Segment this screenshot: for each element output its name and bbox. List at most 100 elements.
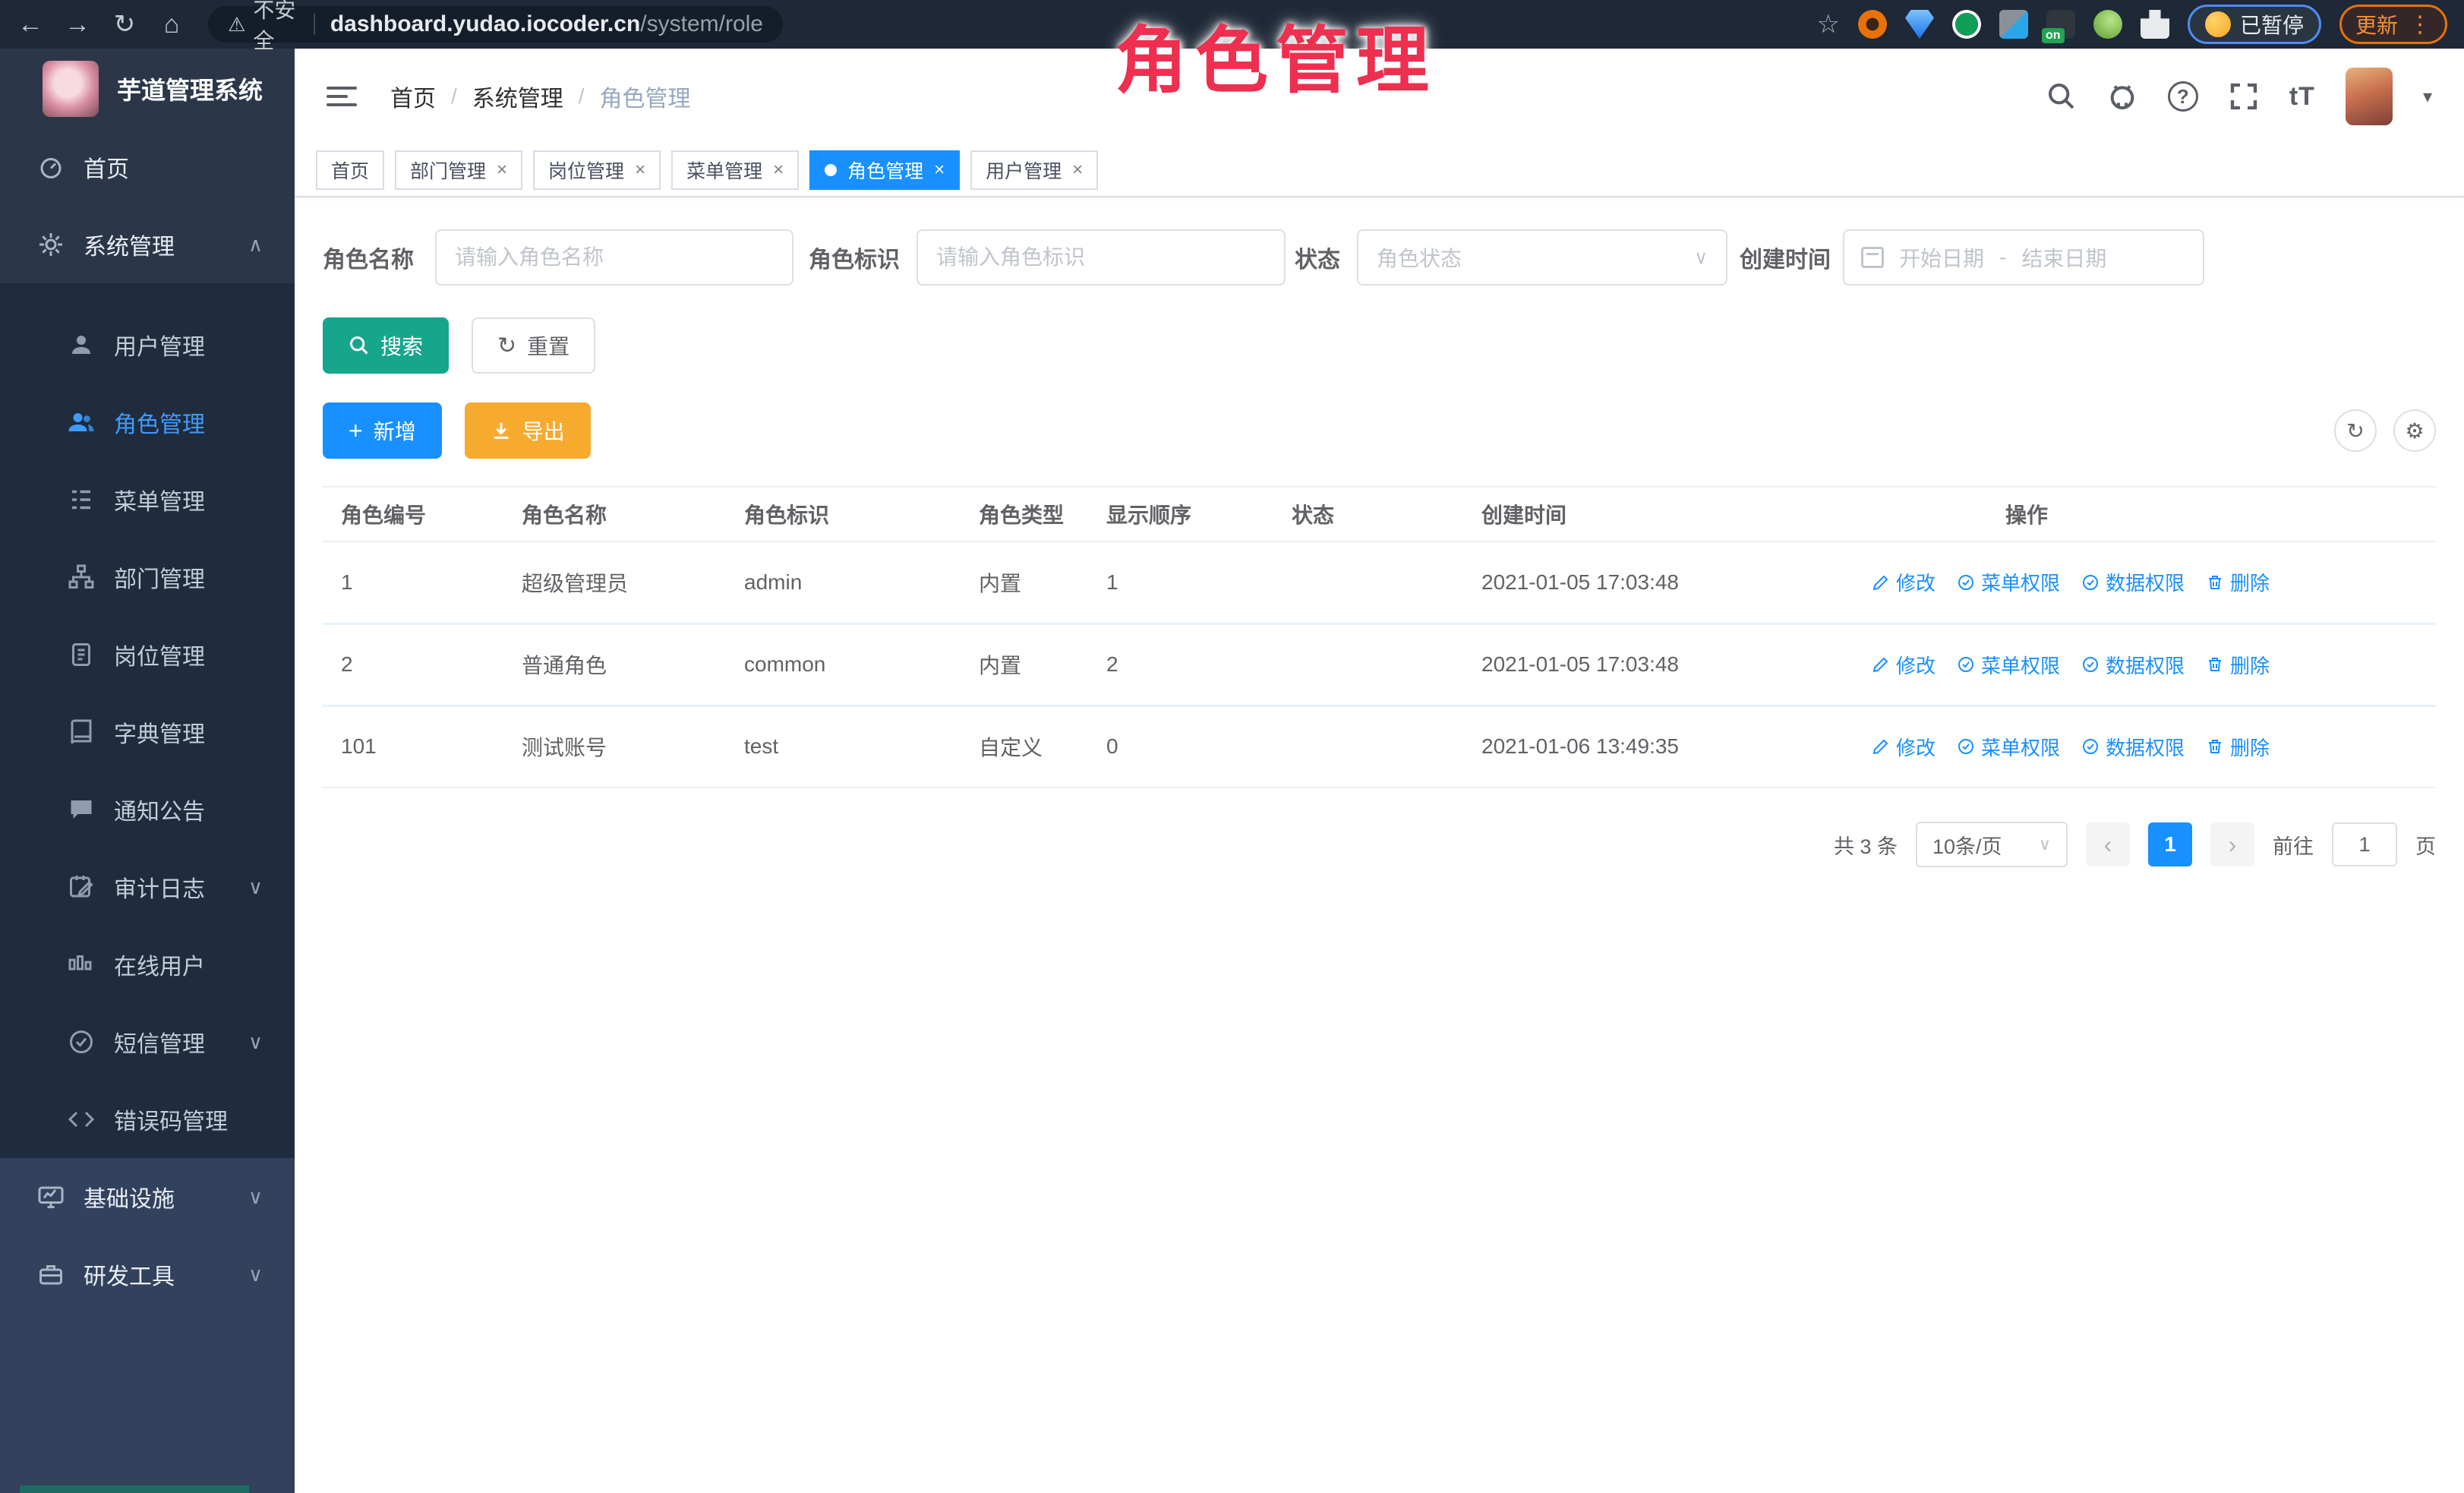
sidebar-item-error-code[interactable]: 错误码管理 bbox=[0, 1081, 295, 1158]
breadcrumb-system[interactable]: 系统管理 bbox=[472, 80, 563, 113]
menu-permission-link[interactable]: 菜单权限 bbox=[1957, 733, 2060, 761]
extension-icon-orange[interactable] bbox=[1858, 10, 1887, 39]
user-avatar[interactable] bbox=[2346, 68, 2393, 125]
current-page-button[interactable]: 1 bbox=[2148, 822, 2192, 866]
status-select[interactable]: 角色状态 ∨ bbox=[1357, 229, 1727, 286]
close-icon[interactable]: × bbox=[934, 159, 945, 181]
sidebar-item-menu-mgmt[interactable]: 菜单管理 bbox=[0, 461, 295, 538]
prev-page-button[interactable]: ‹ bbox=[2086, 822, 2130, 866]
sidebar-item-sms-mgmt[interactable]: 短信管理 ∨ bbox=[0, 1003, 295, 1081]
sidebar-item-post-mgmt[interactable]: 岗位管理 bbox=[0, 616, 295, 693]
sidebar-item-dict-mgmt[interactable]: 字典管理 bbox=[0, 693, 295, 771]
delete-link[interactable]: 删除 bbox=[2206, 651, 2270, 679]
goto-page-input[interactable] bbox=[2332, 822, 2397, 866]
sidebar-item-home[interactable]: 首页 bbox=[0, 128, 295, 206]
tab-home[interactable]: 首页 bbox=[316, 150, 384, 190]
extension-icon-leaf[interactable] bbox=[2093, 10, 2122, 39]
extension-icon-grid[interactable] bbox=[1999, 10, 2028, 39]
edit-link[interactable]: 修改 bbox=[1872, 733, 1936, 761]
sidebar-item-user-mgmt[interactable]: 用户管理 bbox=[0, 306, 295, 384]
add-button[interactable]: + 新增 bbox=[323, 402, 442, 459]
fullscreen-icon[interactable] bbox=[2229, 81, 2259, 112]
sidebar-item-infrastructure[interactable]: 基础设施 ∨ bbox=[0, 1158, 295, 1236]
date-range-picker[interactable]: 开始日期 - 结束日期 bbox=[1843, 229, 2204, 286]
table-refresh-button[interactable]: ↻ bbox=[2334, 409, 2377, 452]
extension-on-badge: on bbox=[2042, 28, 2065, 43]
delete-link[interactable]: 删除 bbox=[2206, 568, 2270, 596]
menu-permission-link[interactable]: 菜单权限 bbox=[1957, 568, 2060, 596]
data-permission-link[interactable]: 数据权限 bbox=[2081, 651, 2185, 679]
chevron-down-icon: ∨ bbox=[248, 1263, 263, 1286]
edit-link[interactable]: 修改 bbox=[1872, 568, 1936, 596]
message-icon bbox=[64, 796, 99, 823]
col-create-time: 创建时间 bbox=[1463, 487, 1854, 541]
chrome-update-button[interactable]: 更新 ⋮ bbox=[2339, 5, 2447, 44]
extension-icon-dark-on[interactable]: on bbox=[2046, 10, 2075, 39]
col-role-code: 角色标识 bbox=[726, 487, 961, 541]
download-icon bbox=[491, 420, 512, 441]
avatar-caret-icon[interactable]: ▾ bbox=[2423, 86, 2432, 108]
sidebar-toggle-icon[interactable] bbox=[327, 87, 357, 106]
sidebar-item-notice[interactable]: 通知公告 bbox=[0, 771, 295, 848]
chrome-menu-icon[interactable]: ⋮ bbox=[2409, 11, 2431, 38]
extension-icon-green-circle[interactable] bbox=[1952, 10, 1981, 39]
table-settings-button[interactable]: ⚙ bbox=[2393, 409, 2436, 452]
back-icon[interactable]: ← bbox=[14, 10, 47, 39]
data-permission-link[interactable]: 数据权限 bbox=[2081, 733, 2185, 761]
font-size-icon[interactable]: tT bbox=[2289, 82, 2315, 112]
forward-icon[interactable]: → bbox=[61, 10, 94, 39]
breadcrumb-separator: / bbox=[451, 84, 457, 109]
log-edit-icon bbox=[64, 873, 99, 901]
address-bar[interactable]: ⚠ 不安全 dashboard.yudao.iocoder.cn /system… bbox=[208, 6, 783, 43]
help-icon[interactable]: ? bbox=[2168, 81, 2198, 112]
edit-link[interactable]: 修改 bbox=[1872, 651, 1936, 679]
app-logo-row[interactable]: 芋道管理系统 bbox=[0, 49, 295, 128]
create-time-label: 创建时间 bbox=[1740, 241, 1831, 274]
close-icon[interactable]: × bbox=[497, 159, 507, 181]
github-icon[interactable] bbox=[2107, 81, 2137, 112]
close-icon[interactable]: × bbox=[1072, 159, 1083, 181]
sidebar-item-role-mgmt[interactable]: 角色管理 bbox=[0, 384, 295, 461]
profile-avatar-emoji bbox=[2205, 11, 2231, 37]
system-submenu: 用户管理 角色管理 菜单管理 部门管理 bbox=[0, 283, 295, 1158]
col-status: 状态 bbox=[1273, 487, 1463, 541]
book-icon bbox=[64, 718, 99, 746]
calendar-icon bbox=[1861, 247, 1884, 268]
page-size-select[interactable]: 10条/页 ∨ bbox=[1916, 822, 2068, 867]
search-button[interactable]: 搜索 bbox=[323, 317, 449, 374]
role-name-input[interactable] bbox=[435, 229, 793, 286]
search-icon[interactable] bbox=[2046, 81, 2077, 112]
monitor-icon bbox=[33, 1183, 68, 1210]
sidebar-item-online-users[interactable]: 在线用户 bbox=[0, 926, 295, 1003]
sidebar-item-audit-log[interactable]: 审计日志 ∨ bbox=[0, 848, 295, 926]
breadcrumb-home[interactable]: 首页 bbox=[390, 80, 436, 113]
sidebar-item-dept-mgmt[interactable]: 部门管理 bbox=[0, 538, 295, 616]
tab-menu[interactable]: 菜单管理 × bbox=[671, 150, 799, 190]
menu-permission-link[interactable]: 菜单权限 bbox=[1957, 651, 2060, 679]
date-end-placeholder: 结束日期 bbox=[2021, 242, 2106, 273]
bookmark-star-icon[interactable]: ☆ bbox=[1816, 9, 1839, 39]
tab-role-active[interactable]: 角色管理 × bbox=[809, 150, 960, 190]
chevron-up-icon: ∧ bbox=[248, 233, 263, 257]
tab-user[interactable]: 用户管理 × bbox=[970, 150, 1098, 190]
extension-icon-blue-gem[interactable] bbox=[1905, 10, 1934, 39]
extension-puzzle-icon[interactable] bbox=[2141, 10, 2169, 39]
profile-paused-pill[interactable]: 已暂停 bbox=[2188, 5, 2321, 44]
col-role-type: 角色类型 bbox=[961, 487, 1088, 541]
delete-link[interactable]: 删除 bbox=[2206, 733, 2270, 761]
date-separator: - bbox=[1999, 245, 2006, 270]
sidebar-item-system[interactable]: 系统管理 ∧ bbox=[0, 206, 295, 283]
home-icon[interactable]: ⌂ bbox=[155, 10, 188, 39]
data-permission-link[interactable]: 数据权限 bbox=[2081, 568, 2185, 596]
close-icon[interactable]: × bbox=[773, 159, 784, 181]
sidebar-item-dev-tools[interactable]: 研发工具 ∨ bbox=[0, 1236, 295, 1313]
next-page-button[interactable]: › bbox=[2210, 822, 2254, 866]
export-button[interactable]: 导出 bbox=[465, 402, 591, 459]
search-form: 角色名称 角色标识 状态 角色状态 ∨ 创建时间 开始日期 - 结束日期 bbox=[323, 229, 2436, 286]
close-icon[interactable]: × bbox=[635, 159, 645, 181]
role-code-input[interactable] bbox=[917, 229, 1286, 286]
tab-post[interactable]: 岗位管理 × bbox=[533, 150, 661, 190]
reload-icon[interactable]: ↻ bbox=[108, 9, 141, 39]
tab-dept[interactable]: 部门管理 × bbox=[395, 150, 522, 190]
reset-button[interactable]: ↻ 重置 bbox=[472, 317, 595, 374]
